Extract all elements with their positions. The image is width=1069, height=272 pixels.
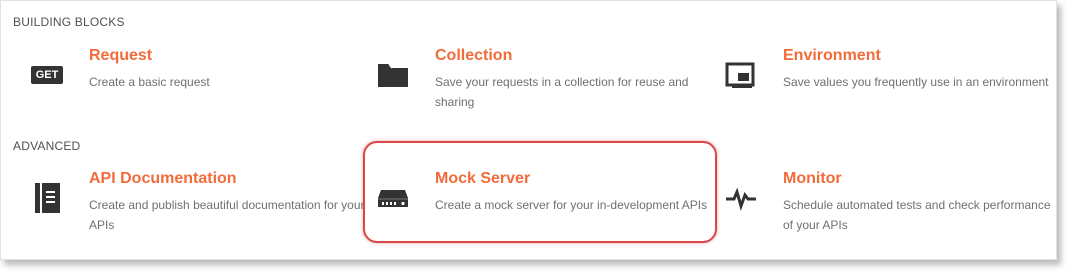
collection-description: Save your requests in a collection for r… xyxy=(435,75,689,109)
request-item[interactable]: GET Request Create a basic request xyxy=(27,47,357,111)
mock-server-description: Create a mock server for your in-develop… xyxy=(435,198,708,212)
collection-item[interactable]: Collection Save your requests in a colle… xyxy=(373,47,703,111)
mock-server-title[interactable]: Mock Server xyxy=(435,170,530,188)
collection-title[interactable]: Collection xyxy=(435,47,512,65)
request-description: Create a basic request xyxy=(89,75,210,89)
create-new-panel: BUILDING BLOCKS GET Request Create a bas… xyxy=(0,0,1057,260)
documentation-icon xyxy=(27,178,67,218)
environment-icon xyxy=(721,55,761,95)
monitor-title[interactable]: Monitor xyxy=(783,170,842,188)
api-documentation-description: Create and publish beautiful documentati… xyxy=(89,198,365,232)
request-title[interactable]: Request xyxy=(89,47,152,65)
monitor-item[interactable]: Monitor Schedule automated tests and che… xyxy=(721,170,1051,234)
api-documentation-item[interactable]: API Documentation Create and publish bea… xyxy=(27,170,365,234)
monitor-description: Schedule automated tests and check perfo… xyxy=(783,198,1051,232)
get-icon: GET xyxy=(27,55,67,95)
environment-item[interactable]: Environment Save values you frequently u… xyxy=(721,47,1051,111)
mock-server-item[interactable]: Mock Server Create a mock server for you… xyxy=(373,170,707,234)
api-documentation-title[interactable]: API Documentation xyxy=(89,170,237,188)
advanced-heading: ADVANCED xyxy=(13,139,81,153)
server-icon xyxy=(373,178,413,218)
environment-title[interactable]: Environment xyxy=(783,47,881,65)
building-blocks-heading: BUILDING BLOCKS xyxy=(13,15,125,29)
environment-description: Save values you frequently use in an env… xyxy=(783,75,1049,89)
pulse-icon xyxy=(721,178,761,218)
folder-icon xyxy=(373,55,413,95)
